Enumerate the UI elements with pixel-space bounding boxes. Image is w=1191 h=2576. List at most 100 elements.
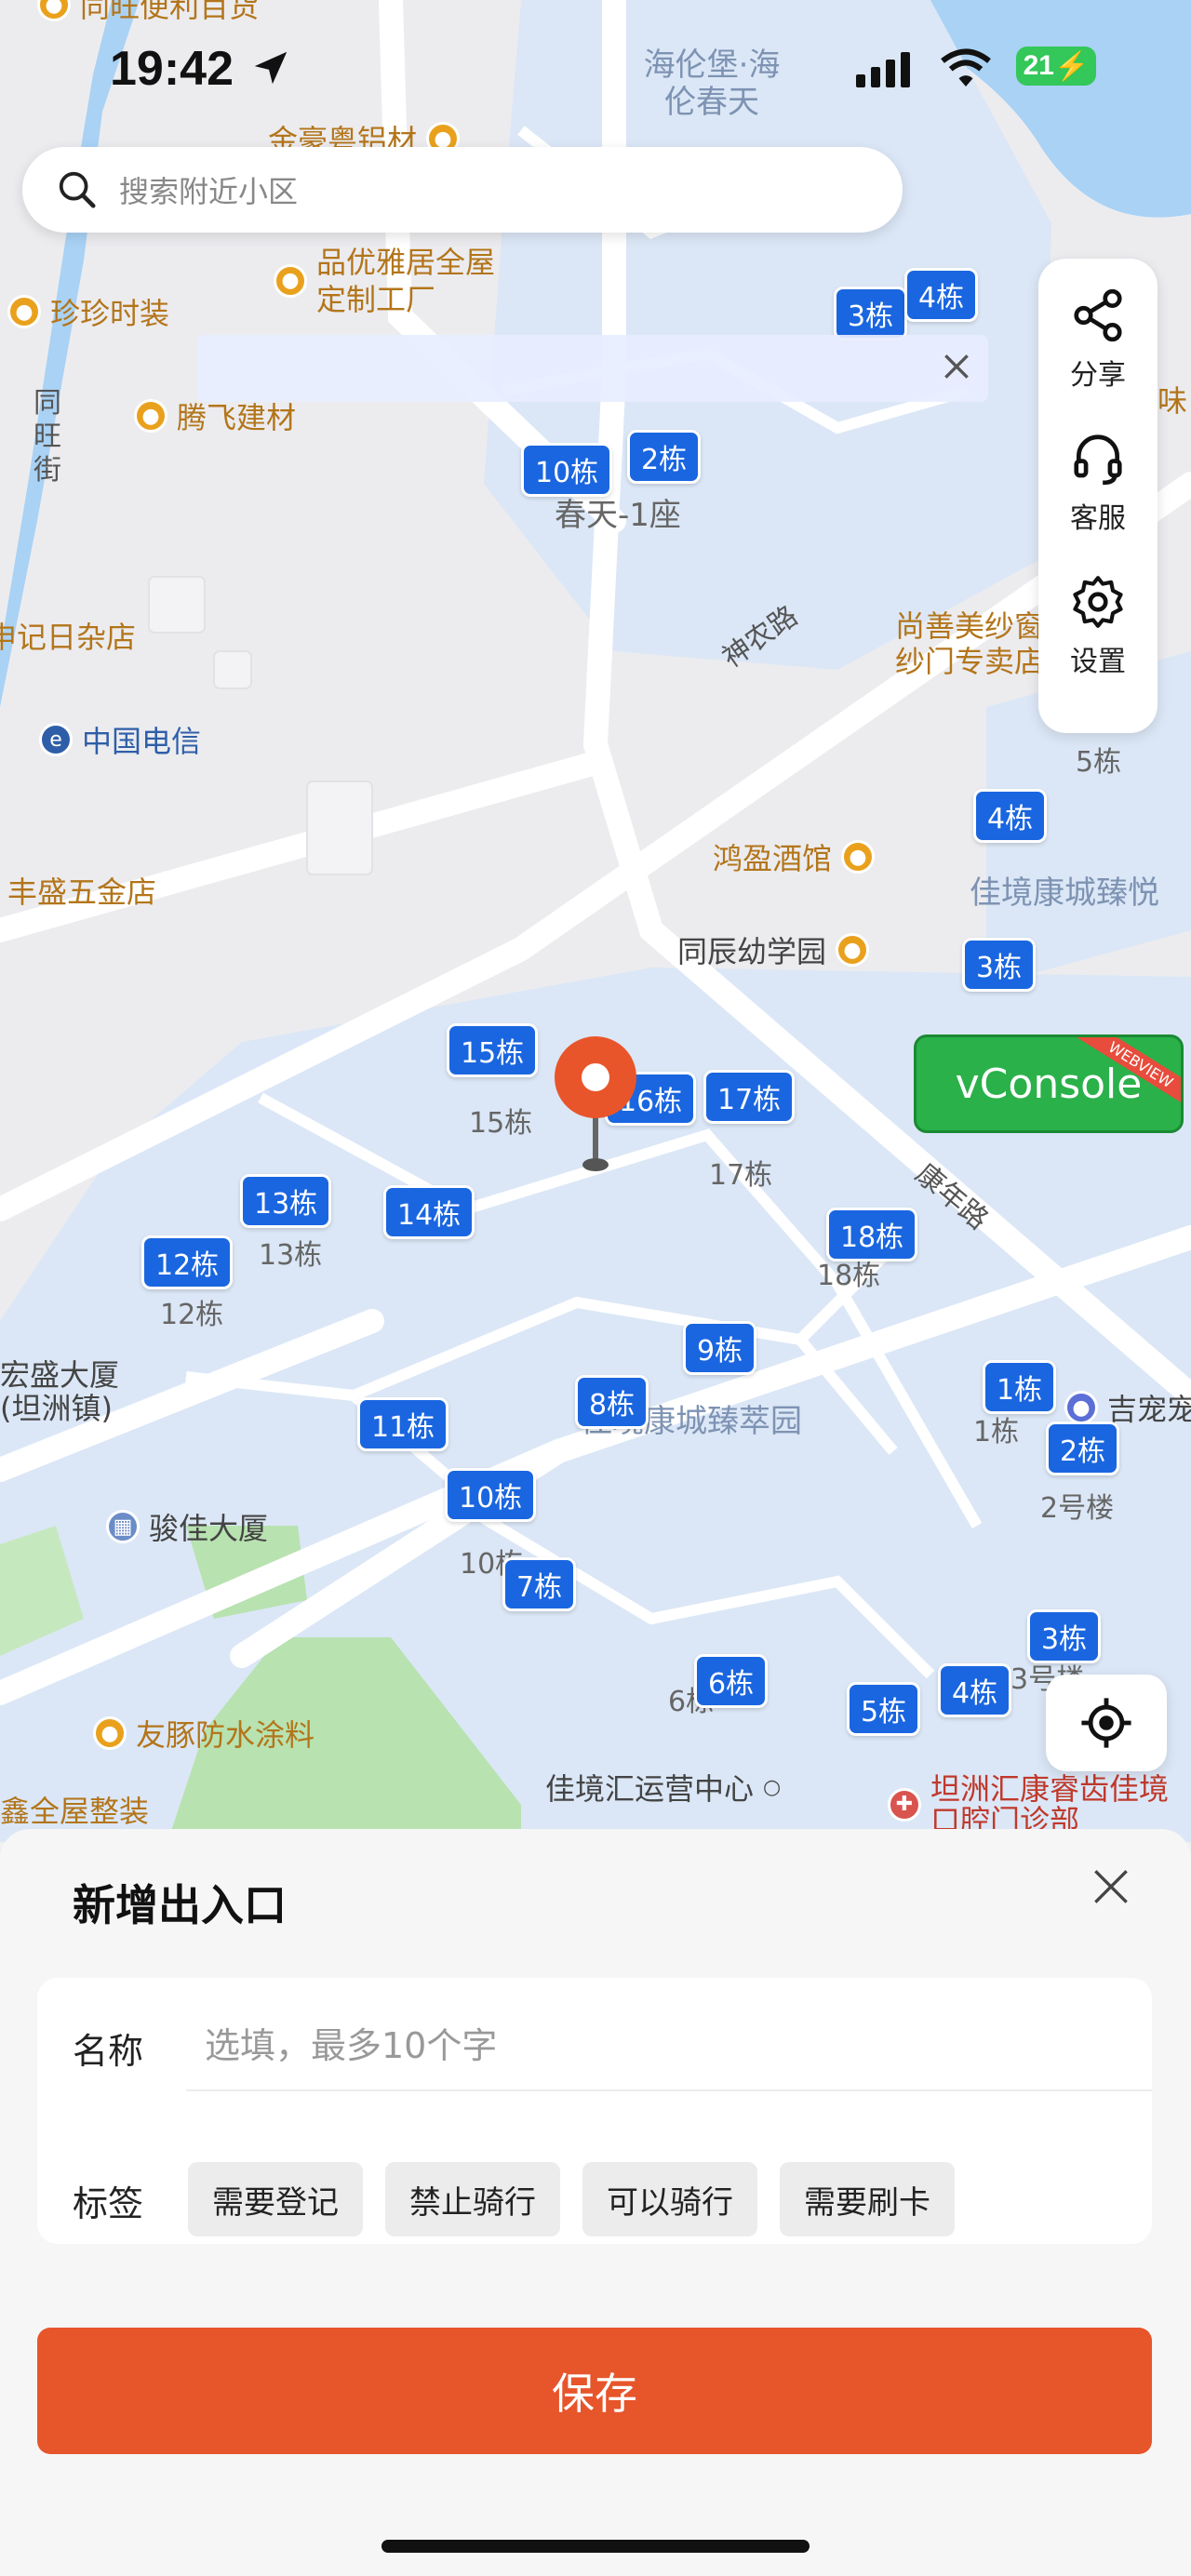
cellular-signal-icon xyxy=(856,50,910,87)
home-indicator xyxy=(381,2540,810,2553)
tag-options: 需要登记 禁止骑行 可以骑行 需要刷卡 xyxy=(188,2162,955,2236)
settings-button[interactable]: 设置 xyxy=(1069,573,1127,679)
locate-me-button[interactable] xyxy=(1046,1675,1167,1771)
close-icon xyxy=(1094,1870,1128,1903)
building-sub-label: 1栋 xyxy=(973,1416,1020,1448)
sheet-title: 新增出入口 xyxy=(73,1880,287,1930)
pet-icon: ● xyxy=(1064,1391,1098,1424)
building-tag[interactable]: 4栋 xyxy=(938,1663,1012,1717)
shop-icon: ● xyxy=(134,399,167,433)
close-icon[interactable] xyxy=(938,348,975,385)
poi-label[interactable]: ▦ 骏佳大厦 xyxy=(106,1505,268,1548)
map-roads xyxy=(0,0,1191,1842)
location-arrow-icon xyxy=(254,51,288,85)
status-bar: 19:42 21 ⚡ xyxy=(0,37,1191,102)
share-button[interactable]: 分享 xyxy=(1069,287,1127,393)
poi-label[interactable]: 鑫全屋整装 xyxy=(0,1788,149,1831)
area-label: 佳境康城臻悦 xyxy=(970,874,1159,912)
building-tag[interactable]: 8栋 xyxy=(575,1375,649,1429)
customer-service-button[interactable]: 客服 xyxy=(1069,430,1127,536)
tag-no-riding[interactable]: 禁止骑行 xyxy=(385,2162,560,2236)
poi-label[interactable]: 佳境汇运营中心 ○ xyxy=(545,1766,781,1809)
building-tag[interactable]: 14栋 xyxy=(383,1185,475,1239)
search-placeholder: 搜索附近小区 xyxy=(119,174,299,209)
building-tag[interactable]: 4栋 xyxy=(904,268,979,322)
tag-need-register[interactable]: 需要登记 xyxy=(188,2162,363,2236)
map-view[interactable]: ● 同旺便利百货 金豪粤铝材 ● ● 品优雅居全屋定制工厂 ● 珍珍时装 ● 腾飞建材 申… xyxy=(0,0,1191,1842)
poi-label[interactable]: 尚善美纱窗纱门专卖店 xyxy=(895,608,1053,679)
building-tag[interactable]: 11栋 xyxy=(357,1397,449,1451)
telecom-icon: e xyxy=(39,723,73,756)
poi-label[interactable]: ● 珍珍时装 xyxy=(7,290,169,333)
save-button[interactable]: 保存 xyxy=(37,2328,1152,2454)
building-sub-label: 13栋 xyxy=(259,1239,323,1272)
poi-label[interactable]: 味 xyxy=(1158,378,1187,420)
divider xyxy=(186,2089,1152,2091)
poi-label[interactable]: 丰盛五金店 xyxy=(7,869,156,912)
building-sub-label: 5栋 xyxy=(1076,746,1122,779)
poi-label[interactable]: ● 品优雅居全屋定制工厂 xyxy=(274,244,515,318)
headset-icon xyxy=(1074,434,1122,486)
poi-label[interactable]: 同辰幼学园 ● xyxy=(677,928,870,971)
poi-label[interactable]: ✚ 坦洲汇康睿齿佳境口腔门诊部 xyxy=(888,1773,1191,1836)
building-tag[interactable]: 15栋 xyxy=(447,1023,539,1077)
building-tag[interactable]: 7栋 xyxy=(502,1557,577,1611)
dot-icon: ○ xyxy=(763,1775,782,1799)
building-tag[interactable]: 12栋 xyxy=(141,1235,234,1289)
map-toolbar: 分享 客服 设置 xyxy=(1038,259,1158,733)
form-card: 名称 标签 需要登记 禁止骑行 可以骑行 需要刷卡 xyxy=(37,1978,1152,2244)
share-icon xyxy=(1074,288,1122,342)
close-button[interactable] xyxy=(1083,1859,1139,1915)
location-pin-icon[interactable] xyxy=(553,1034,638,1178)
school-icon: ● xyxy=(836,933,870,967)
name-label: 名称 xyxy=(73,2031,144,2072)
building-tag[interactable]: 5栋 xyxy=(847,1682,921,1736)
building-tag[interactable]: 10栋 xyxy=(521,443,613,497)
road-label: 同旺街 xyxy=(33,387,61,487)
notice-banner xyxy=(197,335,988,402)
building-tag[interactable]: 3栋 xyxy=(834,287,908,340)
shop-icon: ● xyxy=(93,1716,127,1750)
vconsole-button[interactable]: vConsole WEBVIEW xyxy=(914,1034,1184,1133)
wifi-icon xyxy=(941,48,991,87)
poi-label[interactable]: ● 同旺便利百货 xyxy=(37,0,259,26)
gear-icon xyxy=(1073,576,1123,628)
poi-label[interactable]: e 中国电信 xyxy=(39,718,201,761)
clinic-icon: ✚ xyxy=(888,1788,921,1822)
building-tag[interactable]: 10栋 xyxy=(445,1468,537,1522)
building-sub-label: 17栋 xyxy=(709,1159,773,1192)
poi-label[interactable]: 宏盛大厦(坦洲镇) xyxy=(0,1358,149,1425)
poi-label[interactable]: 申记日杂店 xyxy=(0,614,136,657)
search-bar[interactable]: 搜索附近小区 xyxy=(22,147,903,233)
battery-icon: 21 ⚡ xyxy=(1016,47,1096,86)
building-tag[interactable]: 1栋 xyxy=(983,1360,1057,1414)
building-sub-label: 12栋 xyxy=(160,1299,224,1331)
building-icon: ▦ xyxy=(106,1510,140,1543)
shop-icon: ● xyxy=(37,0,71,21)
crosshair-icon xyxy=(1081,1698,1131,1748)
poi-label[interactable]: ● 友豚防水涂料 xyxy=(93,1712,314,1755)
tag-riding-allowed[interactable]: 可以骑行 xyxy=(582,2162,757,2236)
tag-label: 标签 xyxy=(73,2183,144,2224)
building-tag[interactable]: 2栋 xyxy=(627,430,702,484)
tag-need-card[interactable]: 需要刷卡 xyxy=(780,2162,955,2236)
building-tag[interactable]: 4栋 xyxy=(973,789,1048,843)
status-time: 19:42 xyxy=(110,42,234,96)
building-tag[interactable]: 18栋 xyxy=(826,1208,918,1261)
building-tag[interactable]: 9栋 xyxy=(683,1321,757,1375)
bar-icon: ● xyxy=(841,840,876,874)
shop-icon: ● xyxy=(7,295,41,328)
building-tag[interactable]: 3栋 xyxy=(962,938,1037,992)
building-tag[interactable]: 6栋 xyxy=(694,1654,769,1708)
name-input[interactable] xyxy=(205,2017,1089,2075)
building-tag[interactable]: 13栋 xyxy=(240,1174,332,1228)
building-sub-label: 2号楼 xyxy=(1040,1492,1115,1525)
poi-label[interactable]: 鸿盈酒馆 ● xyxy=(713,835,876,878)
building-tag[interactable]: 17栋 xyxy=(703,1070,796,1124)
building-tag[interactable]: 3栋 xyxy=(1027,1609,1102,1663)
building-sub-label: 15栋 xyxy=(469,1107,533,1140)
building-tag[interactable]: 2栋 xyxy=(1046,1421,1120,1475)
shop-icon: ● xyxy=(274,264,307,298)
add-entrance-sheet: 新增出入口 名称 标签 需要登记 禁止骑行 可以骑行 需要刷卡 保存 xyxy=(0,1829,1191,2576)
search-icon xyxy=(59,171,96,208)
